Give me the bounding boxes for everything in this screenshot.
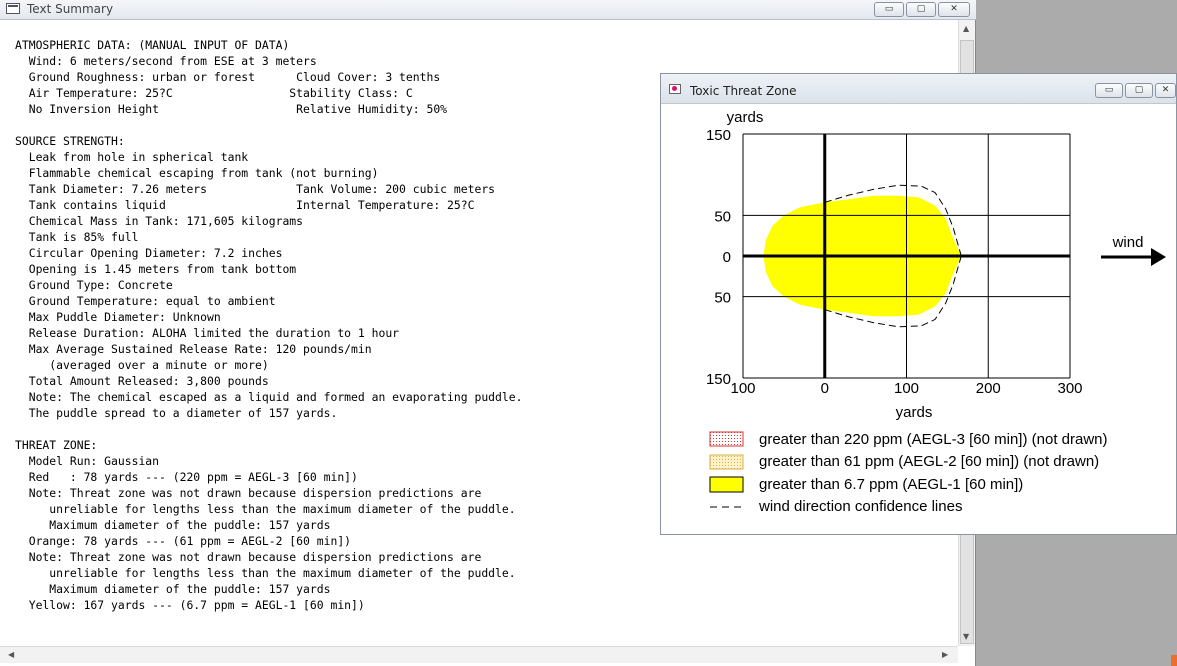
threat-close-button[interactable]: ✕ [1155,83,1176,98]
summary-line: The puddle spread to a diameter of 157 y… [15,406,338,420]
summary-line: Yellow: 167 yards --- (6.7 ppm = AEGL-1 … [15,598,365,612]
threat-zone-titlebar[interactable]: Toxic Threat Zone ▭ ▢ ✕ [661,74,1176,104]
summary-line: (averaged over a minute or more) [15,358,269,372]
legend-item-red: greater than 220 ppm (AEGL-3 [60 min]) (… [759,431,1108,448]
threat-zone-app-icon [669,84,681,94]
threat-zone-title: Toxic Threat Zone [690,84,797,98]
y-axis-label: yards [727,109,764,126]
summary-line [15,117,522,133]
taskbar-edge [1171,655,1177,666]
text-summary-titlebar[interactable]: Text Summary ▭ ▢ ✕ [0,0,976,20]
summary-line [15,421,522,437]
summary-line: Note: The chemical escaped as a liquid a… [15,390,523,404]
horizontal-scrollbar[interactable]: ◀ ▶ [0,646,958,663]
summary-line: Ground Roughness: urban or forest Cloud … [15,70,441,84]
x-axis-label: yards [896,404,933,421]
summary-line: ATMOSPHERIC DATA: (MANUAL INPUT OF DATA) [15,38,290,52]
wind-arrow-icon [1151,248,1166,266]
summary-line: Tank Diameter: 7.26 meters Tank Volume: … [15,182,496,196]
legend-item-yellow: greater than 6.7 ppm (AEGL-1 [60 min]) [759,476,1023,493]
maximize-button[interactable]: ▢ [906,2,936,17]
summary-line: Note: Threat zone was not drawn because … [15,550,482,564]
summary-line: Tank is 85% full [15,230,139,244]
window-app-icon [6,3,20,14]
summary-line: Max Puddle Diameter: Unknown [15,310,221,324]
text-summary-title: Text Summary [27,2,114,16]
wind-indicator: wind [1101,234,1166,266]
summary-line: Opening is 1.45 meters from tank bottom [15,262,297,276]
x-tick-label: 300 [1057,380,1082,397]
threat-minimize-button[interactable]: ▭ [1095,83,1123,98]
summary-line: Maximum diameter of the puddle: 157 yard… [15,582,331,596]
wind-label: wind [1112,234,1144,251]
summary-line: Maximum diameter of the puddle: 157 yard… [15,518,331,532]
x-tick-label: 100 [730,380,755,397]
summary-line: Circular Opening Diameter: 7.2 inches [15,246,283,260]
summary-line: THREAT ZONE: [15,438,98,452]
scroll-up-arrow-icon[interactable]: ▲ [963,24,969,33]
legend-item-orange: greater than 61 ppm (AEGL-2 [60 min]) (n… [759,453,1099,470]
y-tick-label: 0 [723,249,731,266]
close-button[interactable]: ✕ [938,2,970,17]
x-tick-label: 100 [894,380,919,397]
summary-line: Red : 78 yards --- (220 ppm = AEGL-3 [60… [15,470,358,484]
summary-line: Ground Temperature: equal to ambient [15,294,276,308]
legend-yellow-swatch [709,476,744,493]
summary-line: Max Average Sustained Release Rate: 120 … [15,342,372,356]
threat-zone-plot: 100 0 100 200 300 150 50 0 50 150 yards yards win… [706,109,1166,515]
threat-maximize-button[interactable]: ▢ [1125,83,1153,98]
summary-line: SOURCE STRENGTH: [15,134,125,148]
summary-line: Note: Threat zone was not drawn because … [15,486,482,500]
summary-line: Flammable chemical escaping from tank (n… [15,166,379,180]
summary-line: Wind: 6 meters/second from ESE at 3 mete… [15,54,317,68]
y-tick-label: 50 [714,290,731,307]
scroll-left-arrow-icon[interactable]: ◀ [8,650,14,659]
legend-red-swatch [709,431,744,447]
x-tick-label: 200 [976,380,1001,397]
summary-line: unreliable for lengths less than the max… [15,502,516,516]
summary-line: Ground Type: Concrete [15,278,173,292]
summary-line: unreliable for lengths less than the max… [15,566,516,580]
summary-line: Tank contains liquid Internal Temperatur… [15,198,475,212]
summary-line: Release Duration: ALOHA limited the dura… [15,326,400,340]
scroll-right-arrow-icon[interactable]: ▶ [942,650,948,659]
threat-zone-window: Toxic Threat Zone ▭ ▢ ✕ 100 0 100 200 300 150… [660,73,1177,535]
y-tick-label: 50 [714,208,731,225]
summary-line: Air Temperature: 25?C Stability Class: C [15,86,413,100]
summary-line: Chemical Mass in Tank: 171,605 kilograms [15,214,304,228]
minimize-button[interactable]: ▭ [874,2,904,17]
summary-line: No Inversion Height Relative Humidity: 5… [15,102,448,116]
summary-line: Orange: 78 yards --- (61 ppm = AEGL-2 [6… [15,534,352,548]
scroll-down-arrow-icon[interactable]: ▼ [963,632,969,641]
y-tick-label: 150 [706,127,731,144]
legend-orange-swatch [709,454,744,470]
summary-line: Total Amount Released: 3,800 pounds [15,374,269,388]
summary-line: Model Run: Gaussian [15,454,160,468]
legend: greater than 220 ppm (AEGL-3 [60 min]) (… [709,431,1108,515]
x-tick-label: 0 [821,380,829,397]
summary-line: Leak from hole in spherical tank [15,150,249,164]
summary-text: ATMOSPHERIC DATA: (MANUAL INPUT OF DATA)… [15,37,522,613]
legend-item-dashed: wind direction confidence lines [758,498,962,515]
y-tick-label: 150 [706,371,731,388]
